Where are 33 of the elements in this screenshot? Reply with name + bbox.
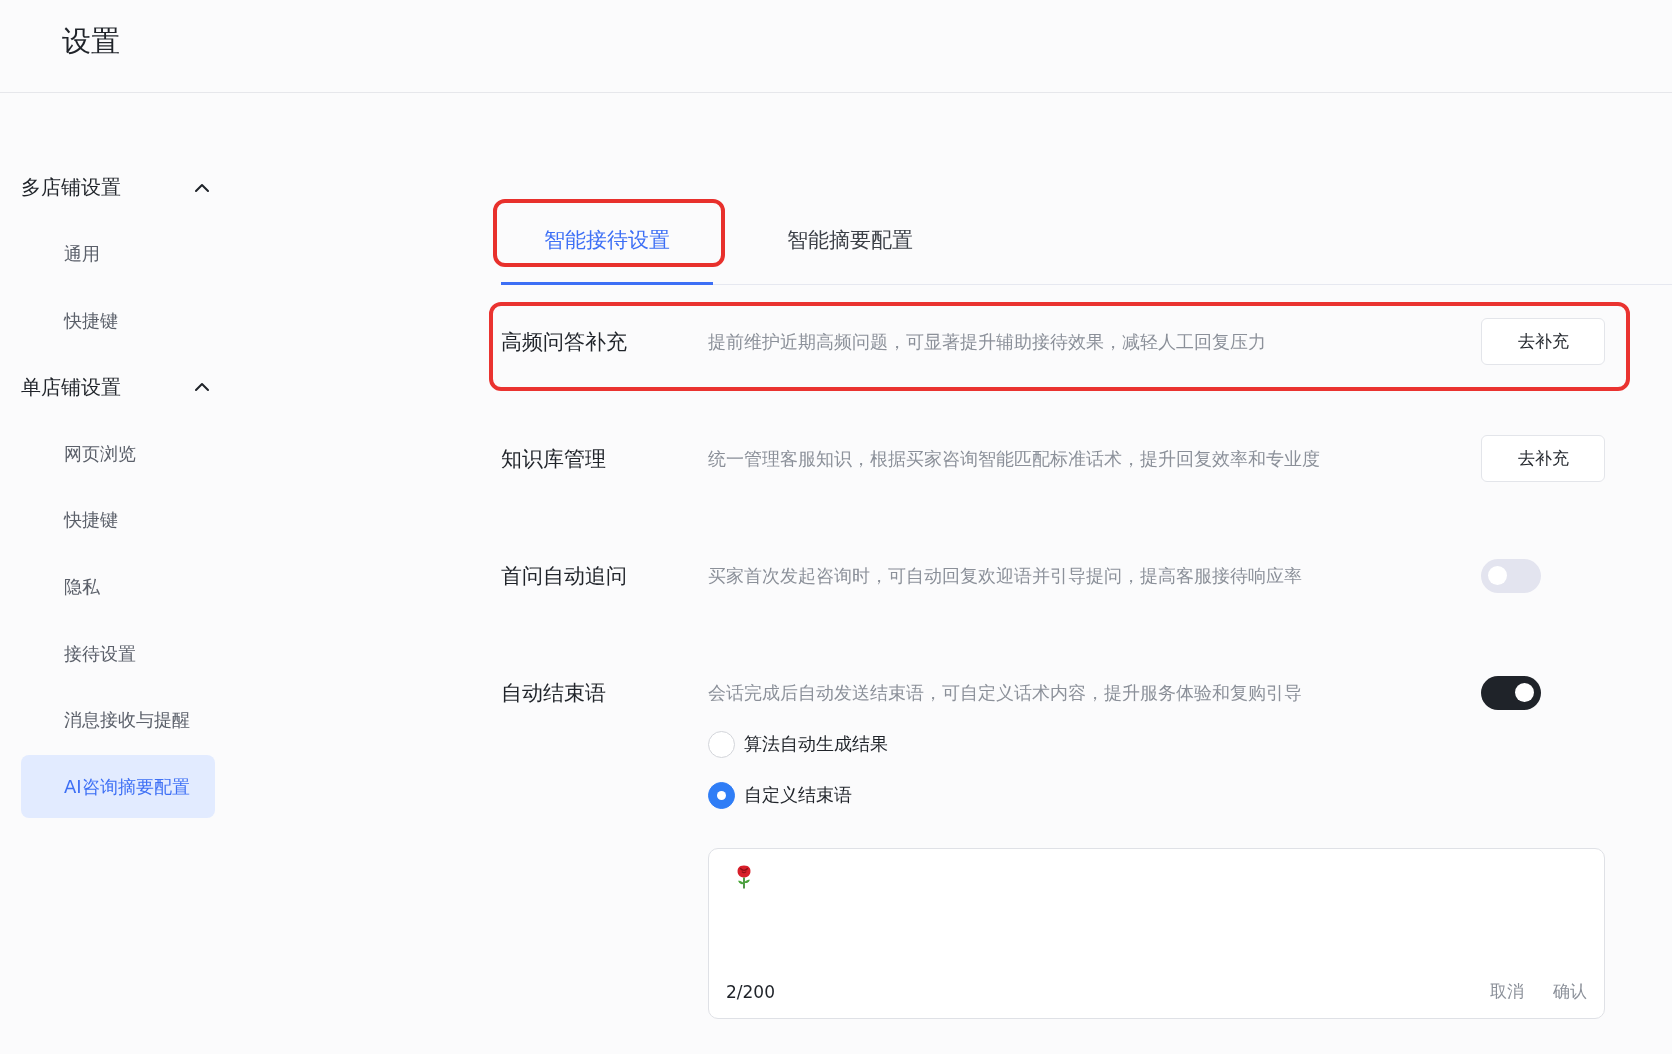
tab[interactable]: 智能接待设置 <box>501 200 713 285</box>
setting-description: 提前维护近期高频问题，可显著提升辅助接待效果，减轻人工回复压力 <box>708 329 1266 354</box>
group-header[interactable]: 单店铺设置 <box>21 355 215 419</box>
sidebar-item[interactable]: 接待设置 <box>21 622 215 686</box>
text-area[interactable]: 2/200 取消 确认 <box>708 848 1605 1019</box>
sidebar-item[interactable]: 消息接收与提醒 <box>21 688 215 752</box>
sidebar-item[interactable]: AI咨询摘要配置 <box>21 755 215 819</box>
setting-description: 统一管理客服知识，根据买家咨询智能匹配标准话术，提升回复效率和专业度 <box>708 446 1320 471</box>
toggle-switch[interactable] <box>1481 558 1541 593</box>
sidebar-item[interactable]: 快捷键 <box>21 289 215 353</box>
tab[interactable]: 智能摘要配置 <box>744 200 956 285</box>
radio-label: 算法自动生成结果 <box>744 732 888 756</box>
supplement-button[interactable]: 去补充 <box>1481 435 1605 482</box>
cancel-action[interactable]: 取消 <box>1490 980 1524 1003</box>
group-header[interactable]: 多店铺设置 <box>21 156 215 219</box>
setting-title: 首问自动追问 <box>501 562 627 590</box>
character-count: 2/200 <box>726 981 775 1002</box>
sidebar-item[interactable]: 网页浏览 <box>21 422 215 486</box>
rose-icon <box>736 865 752 889</box>
setting-title: 知识库管理 <box>501 445 606 473</box>
setting-title: 高频问答补充 <box>501 328 627 356</box>
sidebar-item[interactable]: 通用 <box>21 222 215 286</box>
radio-label: 自定义结束语 <box>744 783 852 807</box>
setting-title: 自动结束语 <box>501 679 606 707</box>
setting-description: 买家首次发起咨询时，可自动回复欢迎语并引导提问，提高客服接待响应率 <box>708 563 1302 588</box>
sidebar-item[interactable]: 隐私 <box>21 555 215 619</box>
sidebar-item[interactable]: 快捷键 <box>21 488 215 552</box>
confirm-action[interactable]: 确认 <box>1553 980 1587 1003</box>
toggle-switch[interactable] <box>1481 675 1541 710</box>
supplement-button[interactable]: 去补充 <box>1481 318 1605 365</box>
page-title: 设置 <box>62 23 120 60</box>
setting-description: 会话完成后自动发送结束语，可自定义话术内容，提升服务体验和复购引导 <box>708 680 1302 705</box>
radio-button[interactable] <box>708 781 735 809</box>
